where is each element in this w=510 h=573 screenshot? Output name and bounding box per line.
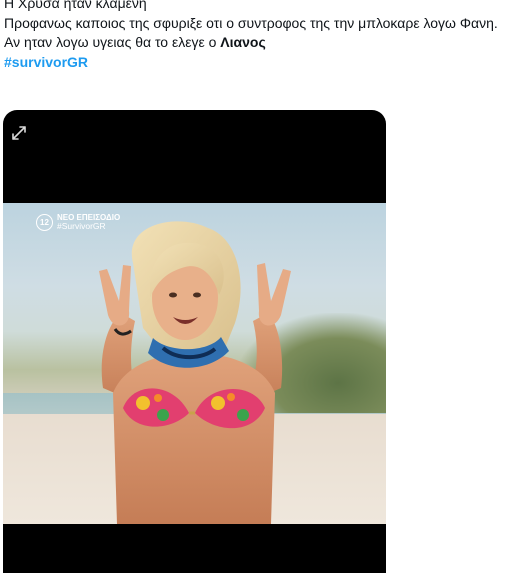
overlay-hashtag: #SurvivorGR	[57, 221, 106, 231]
tweet-line-3: Αν ηταν λογω υγειας θα το ελεγε ο Λιανος	[4, 33, 504, 53]
tweet-mention-bold: Λιανος	[220, 34, 266, 50]
tweet-text: Η Χρυσα ηταν κλαμενη Προφανως καποιος τη…	[4, 0, 504, 72]
channel-overlay: 12 ΝΕΟ ΕΠΕΙΣΟΔΙΟ #SurvivorGR	[36, 213, 120, 231]
tweet-line-3-text: Αν ηταν λογω υγειας θα το ελεγε ο	[4, 34, 221, 50]
expand-icon[interactable]	[9, 123, 29, 143]
video-frame[interactable]: 12 ΝΕΟ ΕΠΕΙΣΟΔΙΟ #SurvivorGR	[3, 203, 386, 524]
tweet-line-1: Η Χρυσα ηταν κλαμενη	[4, 0, 147, 11]
hashtag-link[interactable]: #survivorGR	[4, 54, 88, 70]
tweet-media[interactable]: 12 ΝΕΟ ΕΠΕΙΣΟΔΙΟ #SurvivorGR	[3, 110, 386, 573]
channel-logo: 12	[36, 213, 53, 231]
tweet-line-2: Προφανως καποιος της σφυριξε οτι ο συντρ…	[4, 14, 498, 31]
woman-figure	[99, 221, 291, 524]
